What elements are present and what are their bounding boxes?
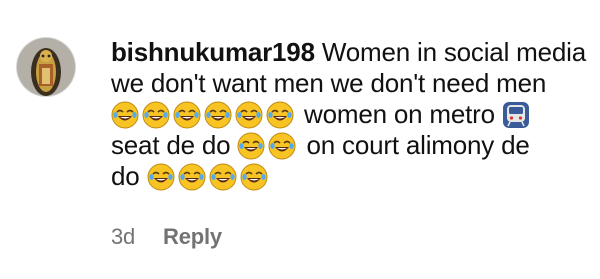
- comment-text-1: Women in social media: [321, 37, 586, 67]
- face-with-tears-of-joy-icon: [204, 101, 232, 129]
- comment-body: bishnukumar198 Women in social media we …: [111, 37, 591, 192]
- comment-line-5: do: [111, 161, 591, 192]
- face-with-tears-of-joy-icon: [237, 132, 265, 160]
- metro-train-icon: [502, 101, 530, 129]
- comment-text-4b: on court alimony de: [306, 130, 530, 160]
- comment-line-2: we don't want men we don't need men: [111, 68, 591, 99]
- comment: bishnukumar198 Women in social media we …: [0, 0, 600, 279]
- timestamp: 3d: [111, 224, 136, 249]
- face-with-tears-of-joy-icon: [266, 101, 294, 129]
- comment-text-3: women on metro: [304, 99, 495, 129]
- comment-line-1: bishnukumar198 Women in social media: [111, 37, 591, 68]
- comment-line-4: seat de do on court alimony de: [111, 130, 591, 161]
- comment-meta: 3d Reply: [111, 224, 222, 250]
- face-with-tears-of-joy-icon: [209, 163, 237, 191]
- face-with-tears-of-joy-icon: [142, 101, 170, 129]
- face-with-tears-of-joy-icon: [173, 101, 201, 129]
- face-with-tears-of-joy-icon: [235, 101, 263, 129]
- face-with-tears-of-joy-icon: [268, 132, 296, 160]
- comment-text-5: do: [111, 161, 140, 191]
- face-with-tears-of-joy-icon: [240, 163, 268, 191]
- comment-line-3: women on metro: [111, 99, 591, 130]
- comment-text-2: we don't want men we don't need men: [111, 68, 547, 98]
- avatar[interactable]: [17, 38, 75, 96]
- face-with-tears-of-joy-icon: [147, 163, 175, 191]
- comment-text-4a: seat de do: [111, 130, 231, 160]
- face-with-tears-of-joy-icon: [111, 101, 139, 129]
- username[interactable]: bishnukumar198: [111, 37, 315, 67]
- face-with-tears-of-joy-icon: [178, 163, 206, 191]
- reply-button[interactable]: Reply: [163, 224, 222, 249]
